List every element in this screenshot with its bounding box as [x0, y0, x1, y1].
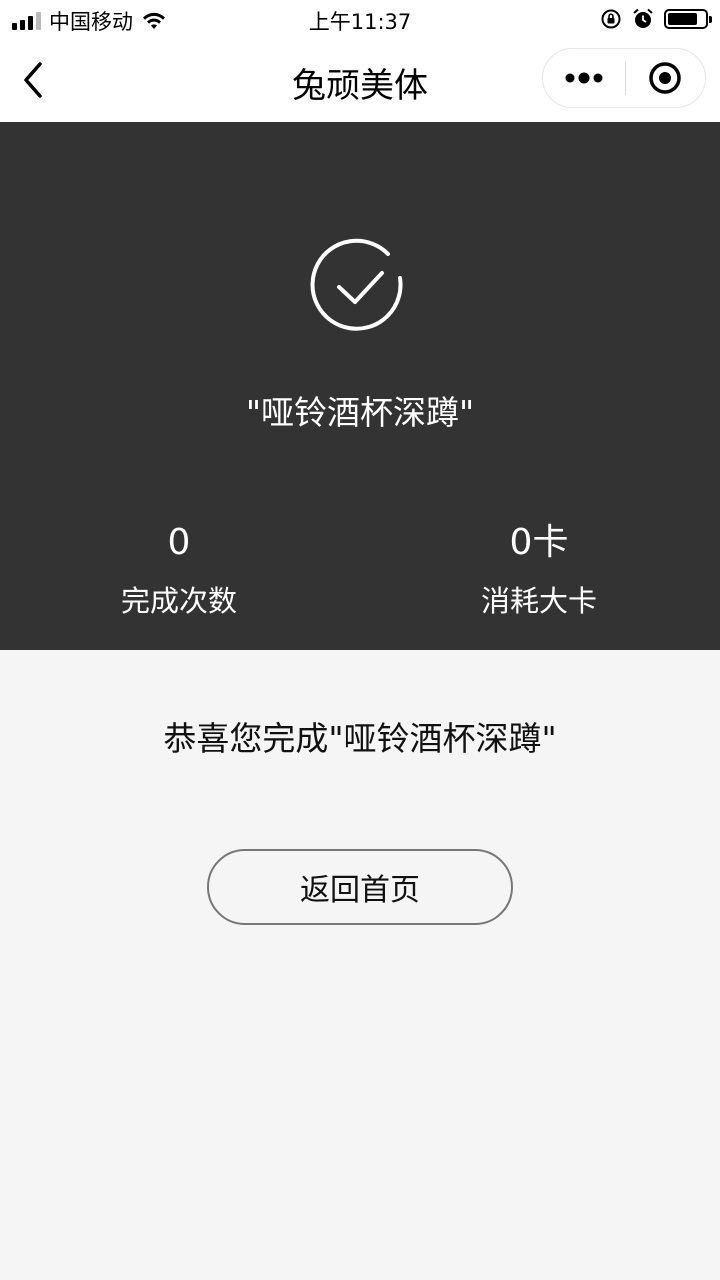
alarm-icon	[633, 8, 653, 28]
congrats-message: 恭喜您完成"哑铃酒杯深蹲"	[163, 719, 557, 758]
more-dots-icon	[565, 72, 603, 84]
completion-count-stat: 0 完成次数	[59, 518, 299, 626]
mini-program-capsule	[542, 48, 706, 108]
close-button[interactable]	[626, 49, 706, 107]
result-panel: "哑铃酒杯深蹲" 0 完成次数 0卡 消耗大卡	[0, 122, 720, 650]
exercise-name: "哑铃酒杯深蹲"	[245, 393, 475, 432]
more-button[interactable]	[543, 49, 625, 107]
return-home-button[interactable]: 返回首页	[207, 849, 513, 925]
calories-stat: 0卡 消耗大卡	[419, 518, 659, 626]
completion-count-value: 0	[167, 522, 191, 563]
status-right	[600, 8, 712, 30]
nav-bar: 兔顽美体	[0, 40, 720, 122]
calories-value: 0卡	[509, 522, 569, 563]
battery-fill	[668, 13, 697, 25]
calories-label: 消耗大卡	[480, 584, 597, 618]
rotation-lock-icon	[601, 9, 621, 29]
target-circle-icon	[649, 62, 681, 94]
battery-icon	[664, 9, 712, 29]
completion-count-label: 完成次数	[120, 584, 237, 618]
screen: 中国移动 上午11:37 兔顽美体 "哑铃酒杯深蹲" 0 完成次数 0卡 消耗大…	[0, 0, 720, 1280]
status-bar: 中国移动 上午11:37	[0, 0, 720, 40]
check-circle-icon	[310, 238, 403, 331]
